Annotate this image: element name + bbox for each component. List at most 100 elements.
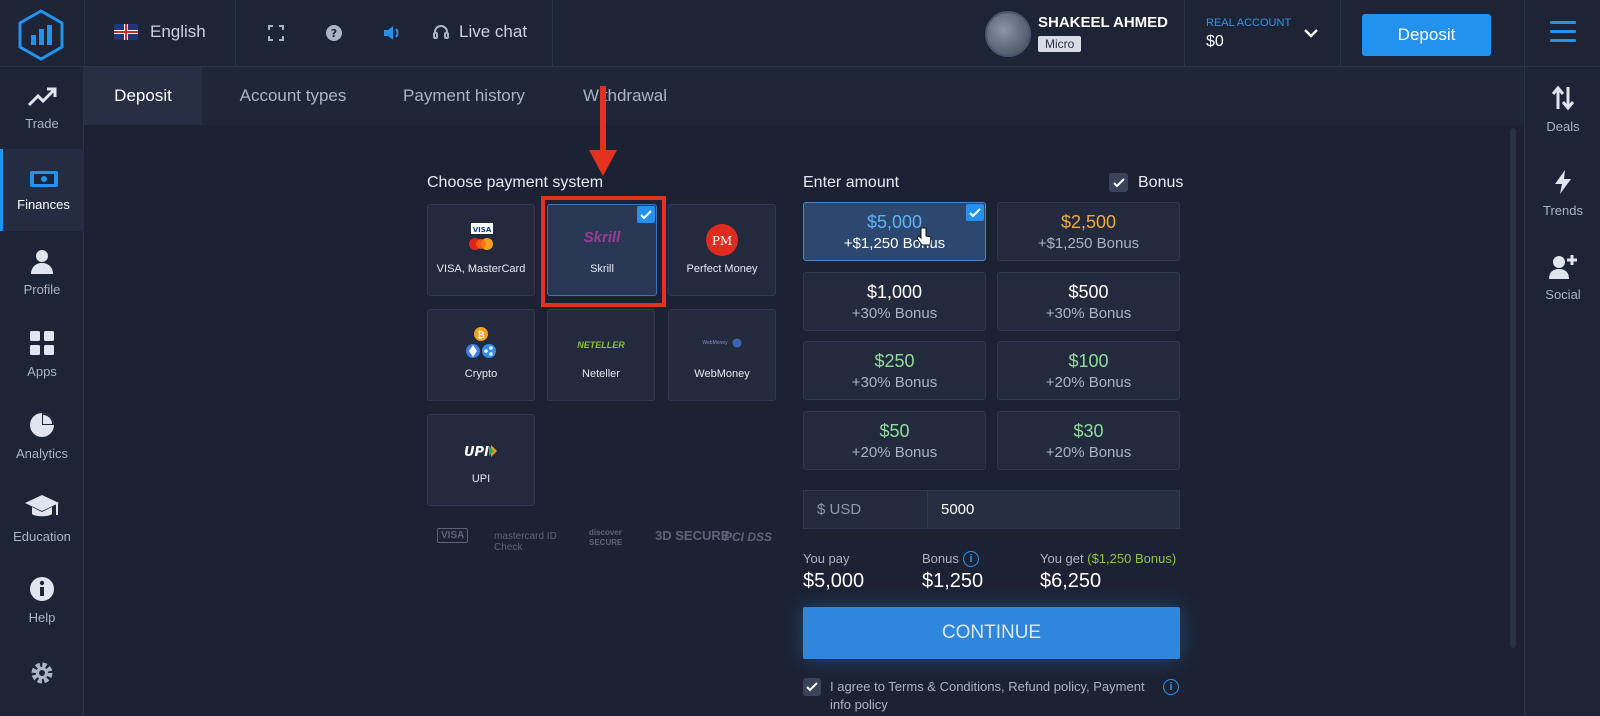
tab-account-types[interactable]: Account types	[218, 67, 368, 125]
amount-option-2500[interactable]: $2,500 +$1,250 Bonus	[997, 202, 1180, 261]
3d-secure-logo: 3D SECURE	[655, 528, 730, 543]
upi-logo-icon: UPI	[428, 443, 534, 459]
payment-method-upi[interactable]: UPI UPI	[427, 414, 535, 506]
tab-deposit[interactable]: Deposit	[84, 67, 202, 125]
amount-bonus: +30% Bonus	[851, 305, 938, 322]
hand-cursor-icon	[916, 227, 932, 246]
amount-option-1000[interactable]: $1,000 +30% Bonus	[803, 272, 986, 331]
live-chat-button[interactable]: Live chat	[432, 22, 527, 42]
sidebar-item-education[interactable]: Education	[0, 477, 84, 559]
info-icon	[30, 576, 54, 601]
bonus-checkbox[interactable]	[1109, 173, 1128, 192]
webmoney-logo-icon: WebMoney	[669, 338, 775, 348]
amount-value: $2,500	[1060, 212, 1117, 232]
sidebar-item-social[interactable]: Social	[1525, 235, 1600, 319]
amount-value: $5,000	[866, 212, 923, 232]
currency-label: $ USD	[803, 490, 927, 529]
scrollbar[interactable]	[1510, 128, 1516, 648]
top-bar: English ? Live chat SHAKEEL AHMED Micro …	[0, 0, 1600, 67]
chevron-down-icon[interactable]	[1303, 27, 1319, 39]
svg-text:UPI: UPI	[464, 445, 489, 459]
amount-input[interactable]	[927, 490, 1180, 529]
sidebar-item-trade[interactable]: Trade	[0, 67, 84, 149]
sidebar-item-profile[interactable]: Profile	[0, 231, 84, 313]
sidebar-item-trends[interactable]: Trends	[1525, 151, 1600, 235]
language-selector[interactable]: English	[114, 22, 206, 42]
sidebar-item-label: Trade	[25, 115, 59, 131]
payment-method-neteller[interactable]: NETELLER Neteller	[547, 309, 655, 401]
sidebar-item-label: Finances	[17, 196, 70, 212]
right-sidebar: Deals Trends Social	[1524, 67, 1600, 716]
sidebar-item-analytics[interactable]: Analytics	[0, 395, 84, 477]
sidebar-item-apps[interactable]: Apps	[0, 313, 84, 395]
user-icon	[31, 249, 53, 274]
lightning-icon	[1555, 169, 1571, 194]
amount-value: $1,000	[866, 282, 923, 302]
payment-method-visa-mastercard[interactable]: VISA VISA, MasterCard	[427, 204, 535, 296]
menu-icon[interactable]	[1550, 21, 1576, 43]
sidebar-item-label: Profile	[23, 281, 61, 297]
amount-bonus: +$1,250 Bonus	[843, 235, 946, 252]
amount-value: $250	[874, 351, 915, 371]
amount-option-250[interactable]: $250 +30% Bonus	[803, 341, 986, 400]
amount-value: $30	[1073, 421, 1104, 441]
fullscreen-icon[interactable]	[266, 23, 286, 43]
amount-bonus: +20% Bonus	[1045, 374, 1132, 391]
amount-bonus: +$1,250 Bonus	[1037, 235, 1140, 252]
amount-option-5000[interactable]: $5,000 +$1,250 Bonus	[803, 202, 986, 261]
sidebar-item-deals[interactable]: Deals	[1525, 67, 1600, 151]
gear-icon[interactable]	[29, 660, 55, 686]
help-icon[interactable]: ?	[324, 23, 344, 43]
sound-icon[interactable]	[382, 23, 402, 43]
svg-text:₿: ₿	[477, 330, 484, 341]
payment-method-label: UPI	[471, 473, 491, 485]
amount-option-500[interactable]: $500 +30% Bonus	[997, 272, 1180, 331]
you-get-label: You get ($1,250 Bonus)	[1040, 551, 1177, 566]
pci-dss-logo: PCI DSS	[724, 530, 773, 544]
pie-chart-icon	[30, 412, 54, 437]
avatar[interactable]	[985, 11, 1031, 57]
payment-method-perfect-money[interactable]: PM Perfect Money	[668, 204, 776, 296]
continue-button[interactable]: CONTINUE	[803, 607, 1180, 659]
amount-option-100[interactable]: $100 +20% Bonus	[997, 341, 1180, 400]
bonus-label: Bonus	[922, 551, 959, 566]
amount-bonus: +30% Bonus	[1045, 305, 1132, 322]
amount-option-50[interactable]: $50 +20% Bonus	[803, 411, 986, 470]
amount-bonus: +30% Bonus	[851, 374, 938, 391]
tab-withdrawal[interactable]: Withdrawal	[560, 67, 690, 125]
you-pay-value: $5,000	[803, 570, 865, 592]
agree-checkbox[interactable]	[803, 678, 821, 696]
sidebar-item-label: Education	[13, 528, 71, 544]
mastercard-id-check-logo: mastercard ID Check	[494, 531, 557, 553]
payment-method-crypto[interactable]: ₿ Crypto	[427, 309, 535, 401]
app-logo-icon[interactable]	[14, 8, 68, 62]
you-get-value: $6,250	[1040, 570, 1102, 592]
divider	[84, 0, 85, 67]
user-name: SHAKEEL AHMED	[1038, 14, 1169, 31]
divider	[552, 0, 553, 67]
sidebar-item-finances[interactable]: Finances	[0, 149, 84, 231]
payment-method-webmoney[interactable]: WebMoney WebMoney	[668, 309, 776, 401]
svg-text:PM: PM	[712, 234, 732, 248]
check-icon	[966, 204, 984, 221]
finance-tabs: Deposit Account types Payment history Wi…	[84, 67, 1524, 125]
amount-option-30[interactable]: $30 +20% Bonus	[997, 411, 1180, 470]
you-get-bonus: ($1,250 Bonus)	[1087, 551, 1177, 566]
amount-bonus: +20% Bonus	[1045, 444, 1132, 461]
sidebar-item-help[interactable]: Help	[0, 559, 84, 641]
tab-payment-history[interactable]: Payment history	[384, 67, 544, 125]
bonus-value: $1,250	[922, 570, 984, 592]
payment-method-label: Crypto	[464, 368, 498, 380]
banknote-icon	[29, 170, 58, 187]
swap-vertical-icon	[1551, 85, 1575, 110]
sidebar-item-label: Help	[28, 609, 56, 625]
arrow-down-icon	[589, 86, 617, 176]
amount-value: $100	[1068, 351, 1109, 371]
agree-text[interactable]: I agree to Terms & Conditions, Refund po…	[830, 678, 1160, 714]
deposit-button[interactable]: Deposit	[1362, 14, 1491, 56]
svg-text:VISA: VISA	[473, 226, 492, 234]
info-icon[interactable]: i	[963, 551, 979, 567]
amount-value: $50	[879, 421, 910, 441]
info-icon[interactable]: i	[1163, 679, 1179, 695]
svg-text:?: ?	[331, 27, 337, 40]
